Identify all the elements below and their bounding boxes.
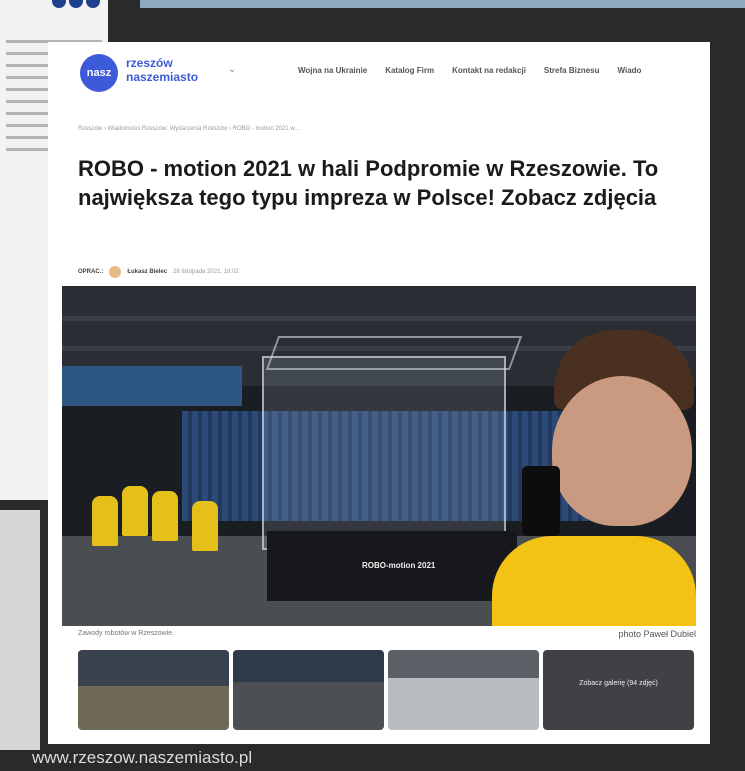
gallery-more-label: Zobacz galerię (94 zdjęć) [579,680,658,687]
site-logo-icon[interactable]: nasz [80,54,118,92]
gallery-thumbnail[interactable] [388,650,539,730]
author-name[interactable]: Łukasz Bielec [127,269,167,275]
background-photo-strip [140,0,745,8]
background-photo-fragment [0,510,40,750]
nav-item-business[interactable]: Strefa Biznesu [544,66,600,75]
source-url: www.rzeszow.naszemiasto.pl [32,748,253,767]
site-header: nasz rzeszów naszemiasto ⌄ Wojna na Ukra… [48,42,710,102]
article-screenshot: nasz rzeszów naszemiasto ⌄ Wojna na Ukra… [48,42,710,744]
photo-glass-cage [262,356,506,550]
chevron-down-icon[interactable]: ⌄ [228,64,236,75]
logo-line-1: rzeszów [126,56,173,70]
article-meta: OPRAC.: Łukasz Bielec 28 listopada 2021,… [78,266,239,278]
photo-person-head [552,376,692,526]
gallery-thumbnails: Zobacz galerię (94 zdjęć) [78,650,694,730]
photo-person-shirt [492,536,696,626]
logo-line-2: naszemiasto [126,70,199,84]
photo-crowd [82,456,232,576]
photo-roof-beam [62,316,696,321]
photo-credit: photo Paweł Dubiel [618,629,696,639]
nav-item-catalog[interactable]: Katalog Firm [385,66,434,75]
top-nav: Wojna na Ukrainie Katalog Firm Kontakt n… [298,66,641,75]
photo-caption: Zawody robotów w Rzeszowie. [78,630,175,637]
author-avatar[interactable] [109,266,122,278]
background-social-icons [52,0,100,8]
gallery-thumbnail[interactable] [78,650,229,730]
photo-balcony [62,366,242,406]
publish-date: 28 listopada 2021, 18:02 [173,269,239,275]
site-logo-text[interactable]: rzeszów naszemiasto [126,56,198,84]
meta-label: OPRAC.: [78,269,104,275]
gallery-thumbnail[interactable] [233,650,384,730]
photo-cage-label: ROBO-motion 2021 [362,561,436,570]
nav-item-news[interactable]: Wiado [618,66,642,75]
gallery-more-button[interactable]: Zobacz galerię (94 zdjęć) [543,650,694,730]
nav-item-contact[interactable]: Kontakt na redakcji [452,66,526,75]
photo-phone [522,466,560,536]
hero-photo[interactable]: ROBO-motion 2021 [62,286,696,626]
article-title: ROBO - motion 2021 w hali Podpromie w Rz… [78,156,659,210]
nav-item-ukraine[interactable]: Wojna na Ukrainie [298,66,367,75]
breadcrumb[interactable]: Rzeszów › Wiadomości Rzeszów: Wydarzenia… [78,126,299,132]
